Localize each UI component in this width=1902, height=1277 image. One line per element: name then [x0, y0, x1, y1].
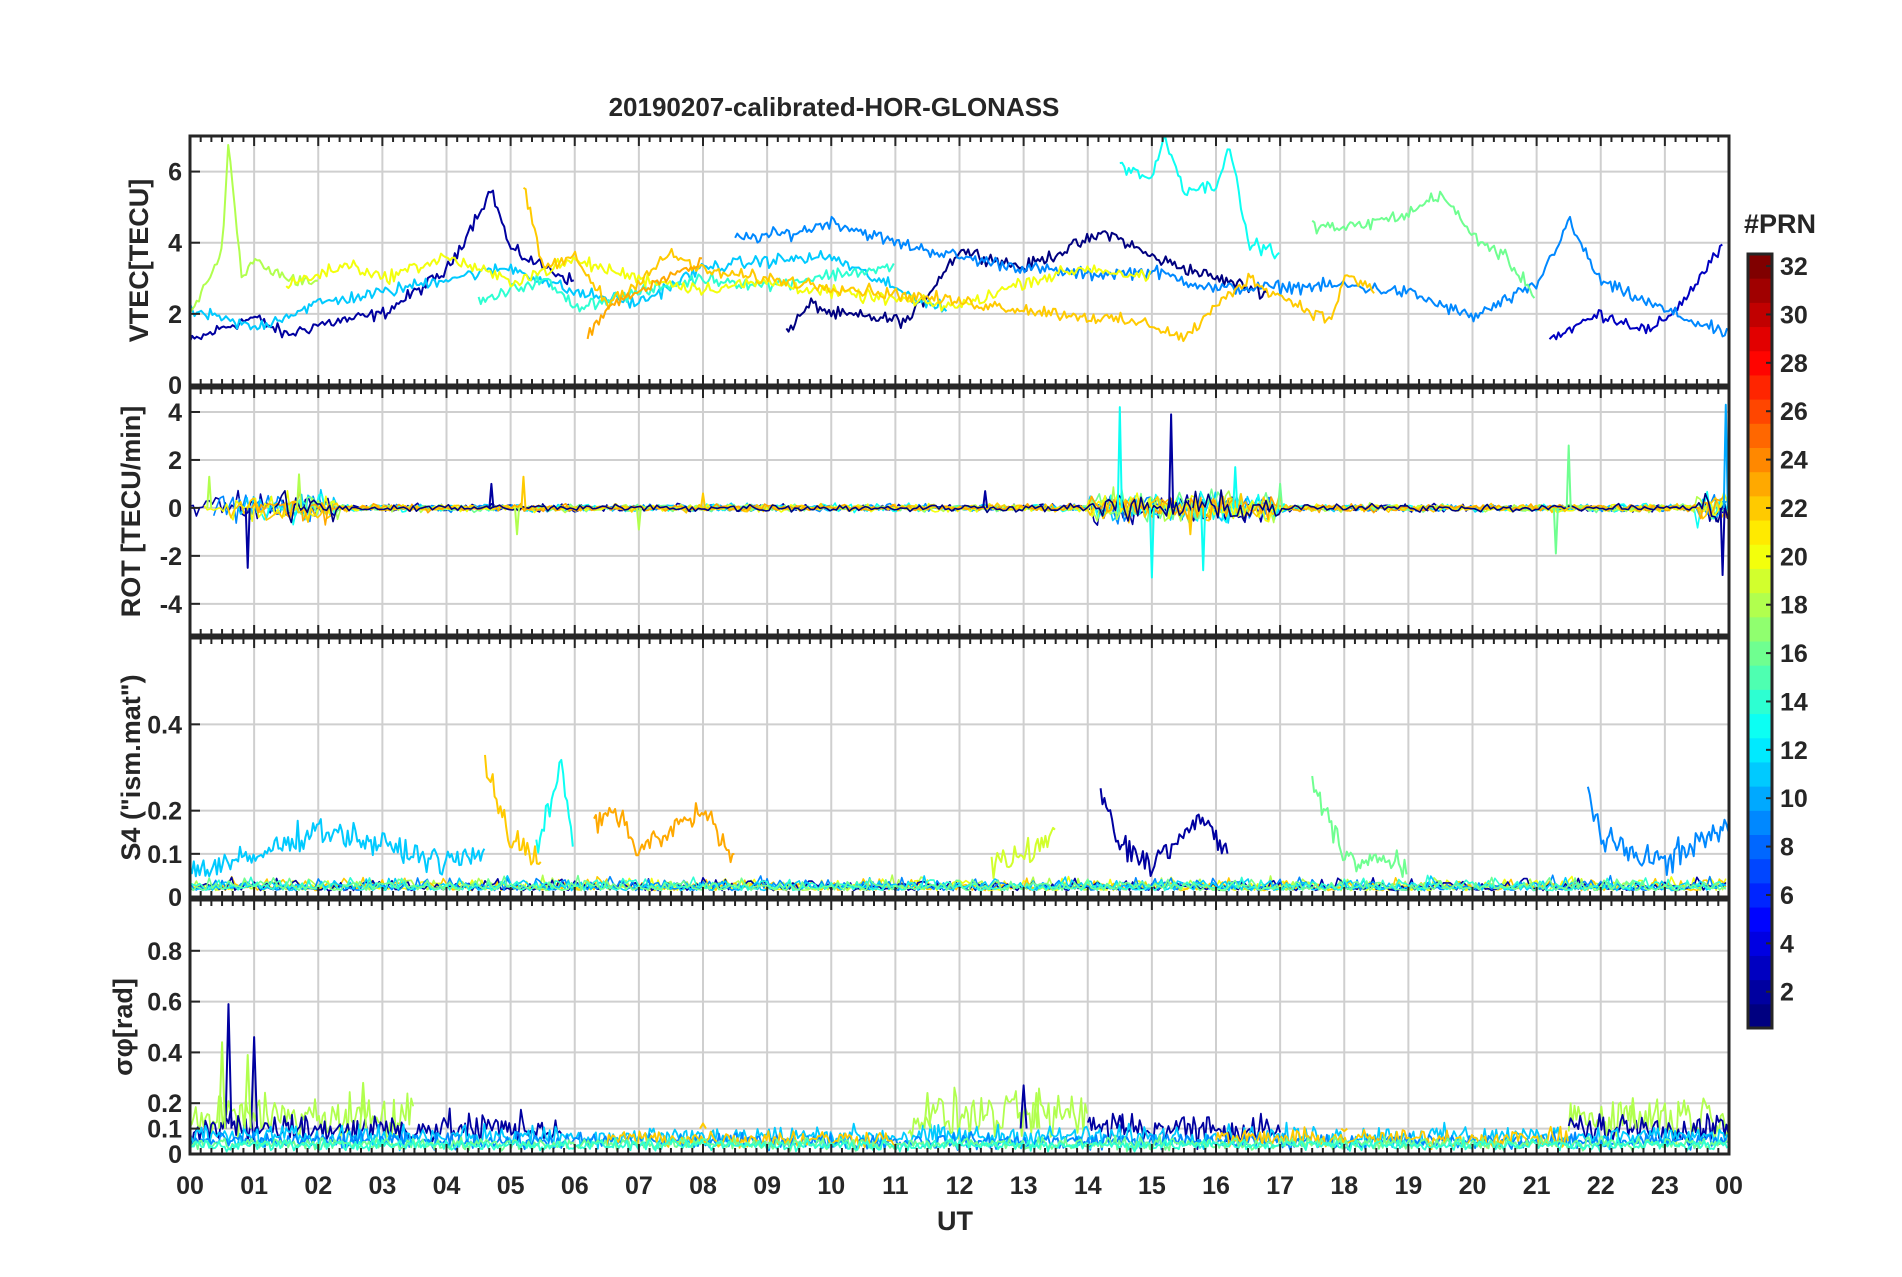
x-tick-label: 07: [625, 1172, 653, 1200]
colorbar-tick-label: 18: [1780, 592, 1808, 620]
colorbar-tick-label: 4: [1780, 930, 1794, 958]
x-tick-label: 00: [176, 1172, 204, 1200]
x-tick-label: 14: [1074, 1172, 1102, 1200]
colorbar-tick-label: 16: [1780, 640, 1808, 668]
x-tick-label: 19: [1394, 1172, 1422, 1200]
colorbar-swatch: [1748, 326, 1772, 352]
chart-figure: 20190207-calibrated-HOR-GLONASS 0 2 4 6 VTEC…: [0, 0, 1902, 1272]
y-tick-label: 0.2: [147, 798, 182, 826]
y-tick-label: 0.4: [147, 1039, 182, 1067]
colorbar-tick-label: 6: [1780, 882, 1794, 910]
colorbar-swatch: [1748, 955, 1772, 981]
colorbar-tick-label: 28: [1780, 350, 1808, 378]
colorbar-tick-label: 26: [1780, 398, 1808, 426]
y-tick-label: 0.1: [147, 841, 182, 869]
colorbar-swatch: [1748, 471, 1772, 497]
colorbar-swatch: [1748, 616, 1772, 642]
y-tick-label: -2: [160, 543, 182, 571]
x-tick-label: 04: [433, 1172, 461, 1200]
x-tick-label: 06: [561, 1172, 589, 1200]
y-tick-label: 4: [168, 230, 182, 258]
y-tick-label: -4: [160, 591, 182, 619]
colorbar-swatch: [1748, 423, 1772, 448]
x-tick-label: 00: [1715, 1172, 1743, 1200]
y-tick-label: 2: [168, 301, 182, 329]
x-tick-label: 18: [1330, 1172, 1358, 1200]
y-axis-label-sigma_phi: σφ[rad]: [108, 978, 138, 1076]
colorbar-tick-label: 8: [1780, 834, 1794, 862]
y-axis-label-rot: ROT [TECU/min]: [116, 406, 146, 617]
chart-svg: 20190207-calibrated-HOR-GLONASS 0246VTEC…: [0, 0, 1902, 1272]
x-tick-label: 11: [882, 1172, 909, 1200]
colorbar-swatch: [1748, 761, 1772, 787]
colorbar-tick-label: 14: [1780, 688, 1808, 716]
y-tick-label: 0.4: [147, 711, 182, 739]
colorbar-tick-label: 24: [1780, 447, 1808, 475]
y-tick-label: 0: [168, 884, 182, 912]
colorbar-tick-label: 12: [1780, 737, 1808, 765]
chart-title: 20190207-calibrated-HOR-GLONASS: [609, 92, 1060, 122]
x-tick-label: 09: [753, 1172, 781, 1200]
colorbar-swatch: [1748, 858, 1772, 884]
y-axis-label-s4: S4 ("ism.mat"): [116, 674, 146, 860]
y-tick-label: 2: [168, 447, 182, 475]
y-tick-label: 0.1: [147, 1116, 182, 1144]
x-tick-label: 13: [1010, 1172, 1038, 1200]
x-tick-label: 22: [1587, 1172, 1615, 1200]
colorbar-swatch: [1748, 374, 1772, 400]
colorbar-title: #PRN: [1744, 209, 1816, 239]
colorbar-tick-label: 22: [1780, 495, 1808, 523]
colorbar-swatch: [1748, 1003, 1772, 1029]
y-tick-label: 0.6: [147, 989, 182, 1017]
colorbar-swatch: [1748, 713, 1772, 739]
y-tick-label: 6: [168, 159, 182, 187]
colorbar-swatch: [1748, 907, 1772, 932]
x-axis-label: UT: [937, 1206, 973, 1236]
colorbar-swatch: [1748, 278, 1772, 303]
x-tick-label: 10: [817, 1172, 845, 1200]
x-tick-label: 23: [1651, 1172, 1679, 1200]
x-tick-label: 03: [368, 1172, 396, 1200]
colorbar-tick-label: 20: [1780, 543, 1808, 571]
x-tick-label: 21: [1523, 1172, 1551, 1200]
x-tick-label: 01: [240, 1172, 268, 1200]
y-tick-label: 0.8: [147, 938, 182, 966]
colorbar-tick-label: 10: [1780, 785, 1808, 813]
y-axis-label-vtec: VTEC[TECU]: [124, 179, 154, 343]
x-tick-label: 15: [1138, 1172, 1166, 1200]
x-tick-label: 12: [946, 1172, 974, 1200]
x-tick-label: 05: [497, 1172, 525, 1200]
y-tick-label: 0: [168, 1141, 182, 1169]
y-tick-label: 4: [168, 399, 182, 427]
x-tick-label: 16: [1202, 1172, 1230, 1200]
colorbar-tick-label: 30: [1780, 301, 1808, 329]
colorbar-swatch: [1748, 810, 1772, 835]
x-tick-label: 17: [1266, 1172, 1294, 1200]
y-tick-label: 0: [168, 495, 182, 523]
x-tick-label: 02: [304, 1172, 332, 1200]
colorbar-swatch: [1748, 520, 1772, 545]
colorbar-swatch: [1748, 665, 1772, 690]
colorbar-swatch: [1748, 568, 1772, 594]
x-tick-label: 08: [689, 1172, 717, 1200]
colorbar-tick-label: 32: [1780, 253, 1808, 281]
y-tick-label: 0: [168, 372, 182, 400]
y-tick-label: 0.2: [147, 1090, 182, 1118]
x-tick-label: 20: [1459, 1172, 1487, 1200]
colorbar-tick-label: 2: [1780, 979, 1794, 1007]
